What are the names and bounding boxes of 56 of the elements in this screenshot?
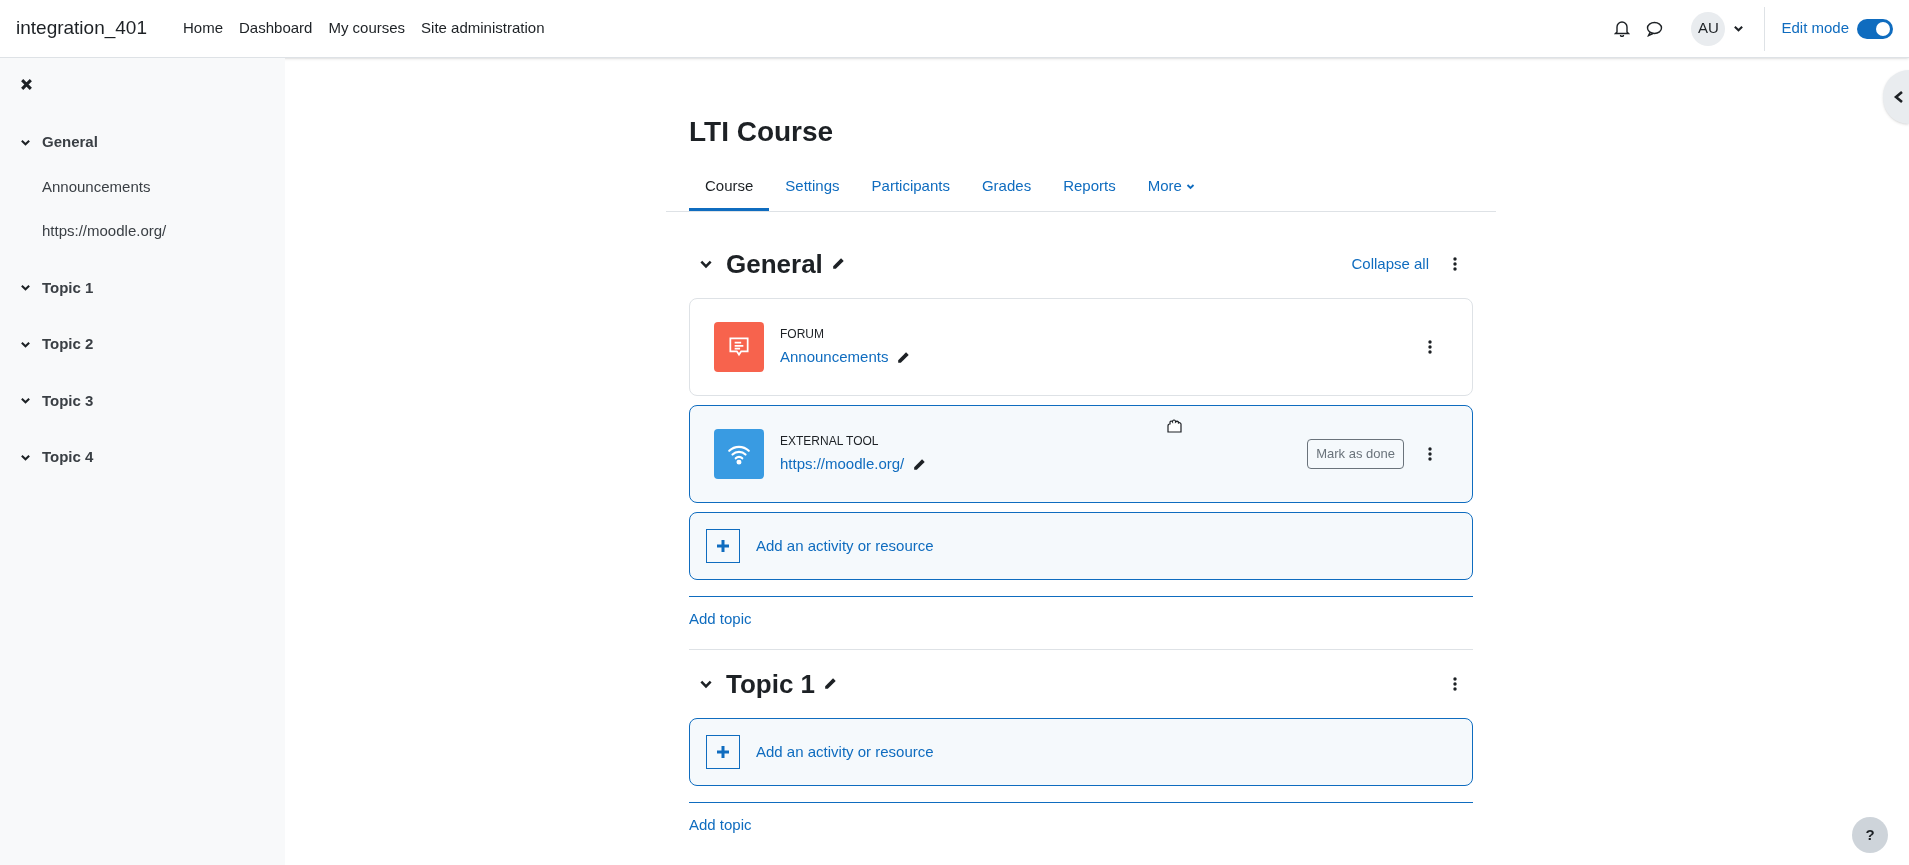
- notification-bell-icon[interactable]: [1614, 20, 1631, 37]
- add-topic-link[interactable]: Add topic: [689, 816, 752, 833]
- add-activity-button[interactable]: Add an activity or resource: [689, 718, 1473, 786]
- course-tab[interactable]: Course: [689, 161, 770, 211]
- edit-mode-label: Edit mode: [1781, 18, 1849, 39]
- course-title: LTI Course: [689, 115, 835, 149]
- course-index-item[interactable]: https://moodle.org/: [42, 220, 265, 243]
- more-options-icon[interactable]: [1453, 677, 1457, 691]
- drawer-toggle-button[interactable]: [1883, 70, 1909, 124]
- pencil-icon[interactable]: [830, 257, 845, 271]
- pencil-icon[interactable]: [896, 350, 911, 365]
- forum-icon: [714, 322, 764, 372]
- nav-link[interactable]: My courses: [328, 17, 406, 40]
- nav-link[interactable]: Home: [183, 17, 223, 40]
- activity-type-label: EXTERNAL TOOL: [780, 433, 880, 451]
- activity-type-label: FORUM: [780, 326, 825, 344]
- plus-icon: [706, 735, 740, 769]
- user-menu-caret-icon[interactable]: [1733, 23, 1745, 34]
- user-avatar[interactable]: AU: [1691, 11, 1726, 46]
- more-options-icon[interactable]: [1428, 340, 1432, 354]
- course-index-section[interactable]: Topic 1: [42, 276, 94, 299]
- course-tab[interactable]: Settings: [769, 161, 856, 211]
- pencil-icon[interactable]: [912, 457, 927, 472]
- nav-link[interactable]: Dashboard: [239, 17, 313, 40]
- course-tab[interactable]: Reports: [1047, 161, 1132, 211]
- course-index-section[interactable]: General: [42, 131, 98, 154]
- collapse-all-link[interactable]: Collapse all: [1351, 252, 1429, 276]
- section-title: Topic 1: [726, 667, 816, 701]
- course-tab[interactable]: Participants: [855, 161, 966, 211]
- edit-mode-toggle[interactable]: [1857, 18, 1893, 39]
- activity-link[interactable]: https://moodle.org/: [780, 453, 905, 476]
- wifi-icon: [714, 429, 764, 479]
- chevron-down-icon[interactable]: [20, 395, 31, 407]
- course-index-section[interactable]: Topic 3: [42, 389, 94, 412]
- nav-link[interactable]: Site administration: [421, 17, 545, 40]
- section-title: General: [726, 247, 823, 281]
- course-index-item[interactable]: Announcements: [42, 175, 265, 198]
- chevron-down-icon[interactable]: [20, 282, 31, 294]
- mark-as-done-button[interactable]: Mark as done: [1307, 439, 1404, 469]
- course-tab[interactable]: Grades: [965, 161, 1048, 211]
- plus-icon: [706, 529, 740, 563]
- chat-bubble-icon[interactable]: [1646, 20, 1664, 37]
- close-icon[interactable]: [20, 78, 33, 91]
- site-name[interactable]: integration_401: [16, 14, 147, 43]
- more-options-icon[interactable]: [1428, 447, 1432, 461]
- course-index-section[interactable]: Topic 4: [42, 446, 94, 469]
- more-options-icon[interactable]: [1453, 257, 1457, 271]
- hand-cursor-icon: [1165, 418, 1183, 434]
- add-topic-link[interactable]: Add topic: [689, 610, 752, 627]
- add-activity-button[interactable]: Add an activity or resource: [689, 512, 1473, 580]
- activity-link[interactable]: Announcements: [780, 346, 889, 369]
- chevron-left-icon: [1893, 90, 1905, 104]
- more-dropdown-tab[interactable]: More: [1131, 161, 1211, 211]
- pencil-icon[interactable]: [823, 677, 838, 691]
- course-index-section[interactable]: Topic 2: [42, 333, 94, 356]
- help-button[interactable]: ?: [1852, 817, 1888, 853]
